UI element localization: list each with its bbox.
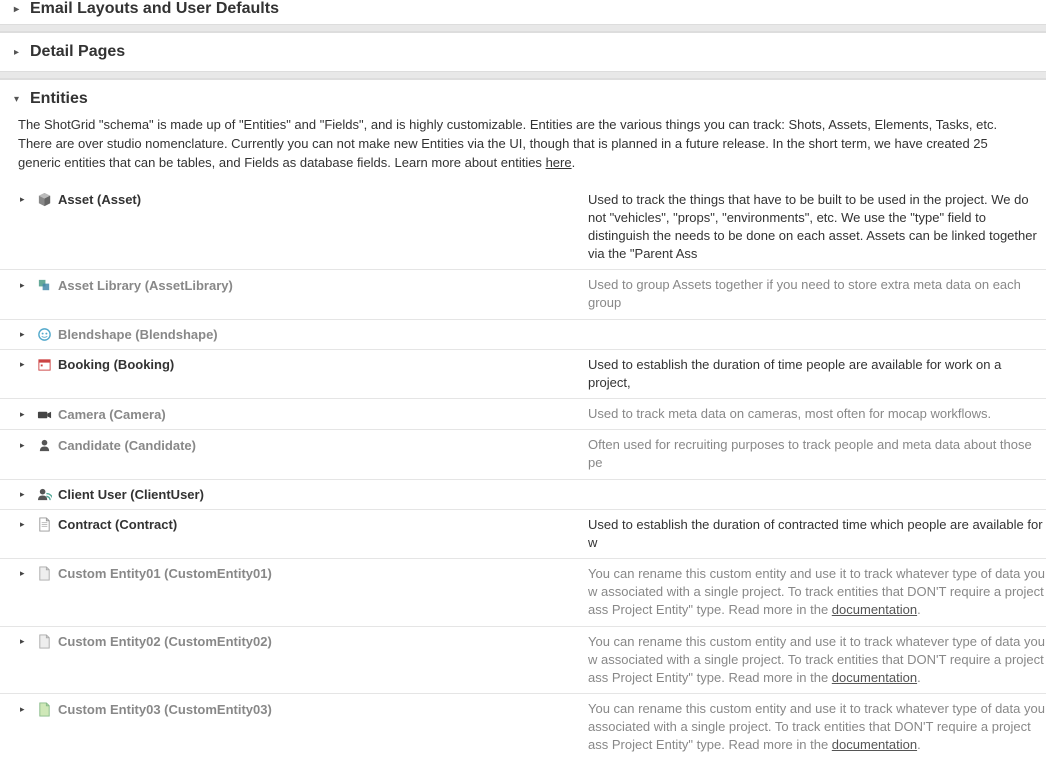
- entity-row-camera[interactable]: ▸ Camera (Camera) Used to track meta dat…: [0, 399, 1046, 430]
- entity-name: Custom Entity03 (CustomEntity03): [58, 702, 272, 717]
- desc-text: You can rename this custom entity and us…: [588, 634, 1045, 685]
- entity-name: Client User (ClientUser): [58, 487, 204, 502]
- desc-text: You can rename this custom entity and us…: [588, 701, 1045, 752]
- entity-row-blendshape[interactable]: ▸ Blendshape (Blendshape): [0, 320, 1046, 350]
- calendar-icon: [36, 357, 52, 373]
- section-title: Email Layouts and User Defaults: [30, 0, 279, 18]
- description-text: The ShotGrid "schema" is made up of "Ent…: [18, 117, 997, 170]
- section-header-email-layouts[interactable]: ▸ Email Layouts and User Defaults: [0, 0, 1046, 24]
- documentation-link[interactable]: documentation: [832, 737, 917, 752]
- person-rss-icon: [36, 487, 52, 503]
- document-gray-icon: [36, 566, 52, 582]
- section-divider: [0, 24, 1046, 32]
- documentation-link[interactable]: documentation: [832, 670, 917, 685]
- entity-name: Contract (Contract): [58, 517, 177, 532]
- entity-name: Candidate (Candidate): [58, 438, 196, 453]
- entity-description: Used to track meta data on cameras, most…: [588, 405, 1046, 423]
- entity-list: ▸ Asset (Asset) Used to track the things…: [0, 185, 1046, 761]
- entity-row-asset-library[interactable]: ▸ Asset Library (AssetLibrary) Used to g…: [0, 270, 1046, 319]
- expand-collapse-icon: ▸: [14, 47, 24, 58]
- entity-row-booking[interactable]: ▸ Booking (Booking) Used to establish th…: [0, 350, 1046, 399]
- entity-description: Used to track the things that have to be…: [588, 191, 1046, 264]
- expand-icon: ▸: [20, 329, 30, 340]
- section-detail-pages: ▸ Detail Pages: [0, 32, 1046, 71]
- expand-icon: ▸: [20, 280, 30, 291]
- section-description: The ShotGrid "schema" is made up of "Ent…: [0, 112, 1046, 185]
- entity-description: You can rename this custom entity and us…: [588, 700, 1046, 755]
- expand-collapse-icon: ▸: [14, 4, 24, 15]
- entity-row-custom-entity-02[interactable]: ▸ Custom Entity02 (CustomEntity02) You c…: [0, 627, 1046, 695]
- entity-description: Used to establish the duration of time p…: [588, 356, 1046, 392]
- entity-name: Custom Entity02 (CustomEntity02): [58, 634, 272, 649]
- expand-icon: ▸: [20, 409, 30, 420]
- expand-icon: ▸: [20, 440, 30, 451]
- expand-icon: ▸: [20, 568, 30, 579]
- face-icon: [36, 327, 52, 343]
- section-divider: [0, 71, 1046, 79]
- person-icon: [36, 437, 52, 453]
- expand-icon: ▸: [20, 519, 30, 530]
- entity-description: Used to group Assets together if you nee…: [588, 276, 1046, 312]
- documentation-link[interactable]: documentation: [832, 602, 917, 617]
- entity-name: Blendshape (Blendshape): [58, 327, 218, 342]
- section-header-detail-pages[interactable]: ▸ Detail Pages: [0, 33, 1046, 71]
- entity-name: Asset (Asset): [58, 192, 141, 207]
- section-header-entities[interactable]: ▾ Entities: [0, 80, 1046, 112]
- entity-name: Camera (Camera): [58, 407, 166, 422]
- entity-row-custom-entity-01[interactable]: ▸ Custom Entity01 (CustomEntity01) You c…: [0, 559, 1046, 627]
- section-title: Entities: [30, 90, 88, 108]
- entity-description: You can rename this custom entity and us…: [588, 565, 1046, 620]
- entity-description: Used to establish the duration of contra…: [588, 516, 1046, 552]
- expand-collapse-icon: ▾: [14, 94, 24, 105]
- expand-icon: ▸: [20, 704, 30, 715]
- expand-icon: ▸: [20, 489, 30, 500]
- document-icon: [36, 517, 52, 533]
- entity-row-custom-entity-03[interactable]: ▸ Custom Entity03 (CustomEntity03) You c…: [0, 694, 1046, 761]
- entity-row-contract[interactable]: ▸ Contract (Contract) Used to establish …: [0, 510, 1046, 559]
- entity-row-client-user[interactable]: ▸ Client User (ClientUser): [0, 480, 1046, 510]
- expand-icon: ▸: [20, 636, 30, 647]
- learn-more-link[interactable]: here: [546, 155, 572, 170]
- document-gray-icon: [36, 634, 52, 650]
- section-title: Detail Pages: [30, 43, 125, 61]
- desc-text: You can rename this custom entity and us…: [588, 566, 1045, 617]
- entity-name: Asset Library (AssetLibrary): [58, 278, 233, 293]
- entity-row-asset[interactable]: ▸ Asset (Asset) Used to track the things…: [0, 185, 1046, 271]
- entity-name: Booking (Booking): [58, 357, 174, 372]
- document-green-icon: [36, 701, 52, 717]
- section-entities: ▾ Entities The ShotGrid "schema" is made…: [0, 79, 1046, 761]
- entity-description: You can rename this custom entity and us…: [588, 633, 1046, 688]
- cube-icon: [36, 192, 52, 208]
- camera-icon: [36, 406, 52, 422]
- entity-description: Often used for recruiting purposes to tr…: [588, 436, 1046, 472]
- stack-icon: [36, 277, 52, 293]
- expand-icon: ▸: [20, 359, 30, 370]
- entity-name: Custom Entity01 (CustomEntity01): [58, 566, 272, 581]
- expand-icon: ▸: [20, 194, 30, 205]
- entity-row-candidate[interactable]: ▸ Candidate (Candidate) Often used for r…: [0, 430, 1046, 479]
